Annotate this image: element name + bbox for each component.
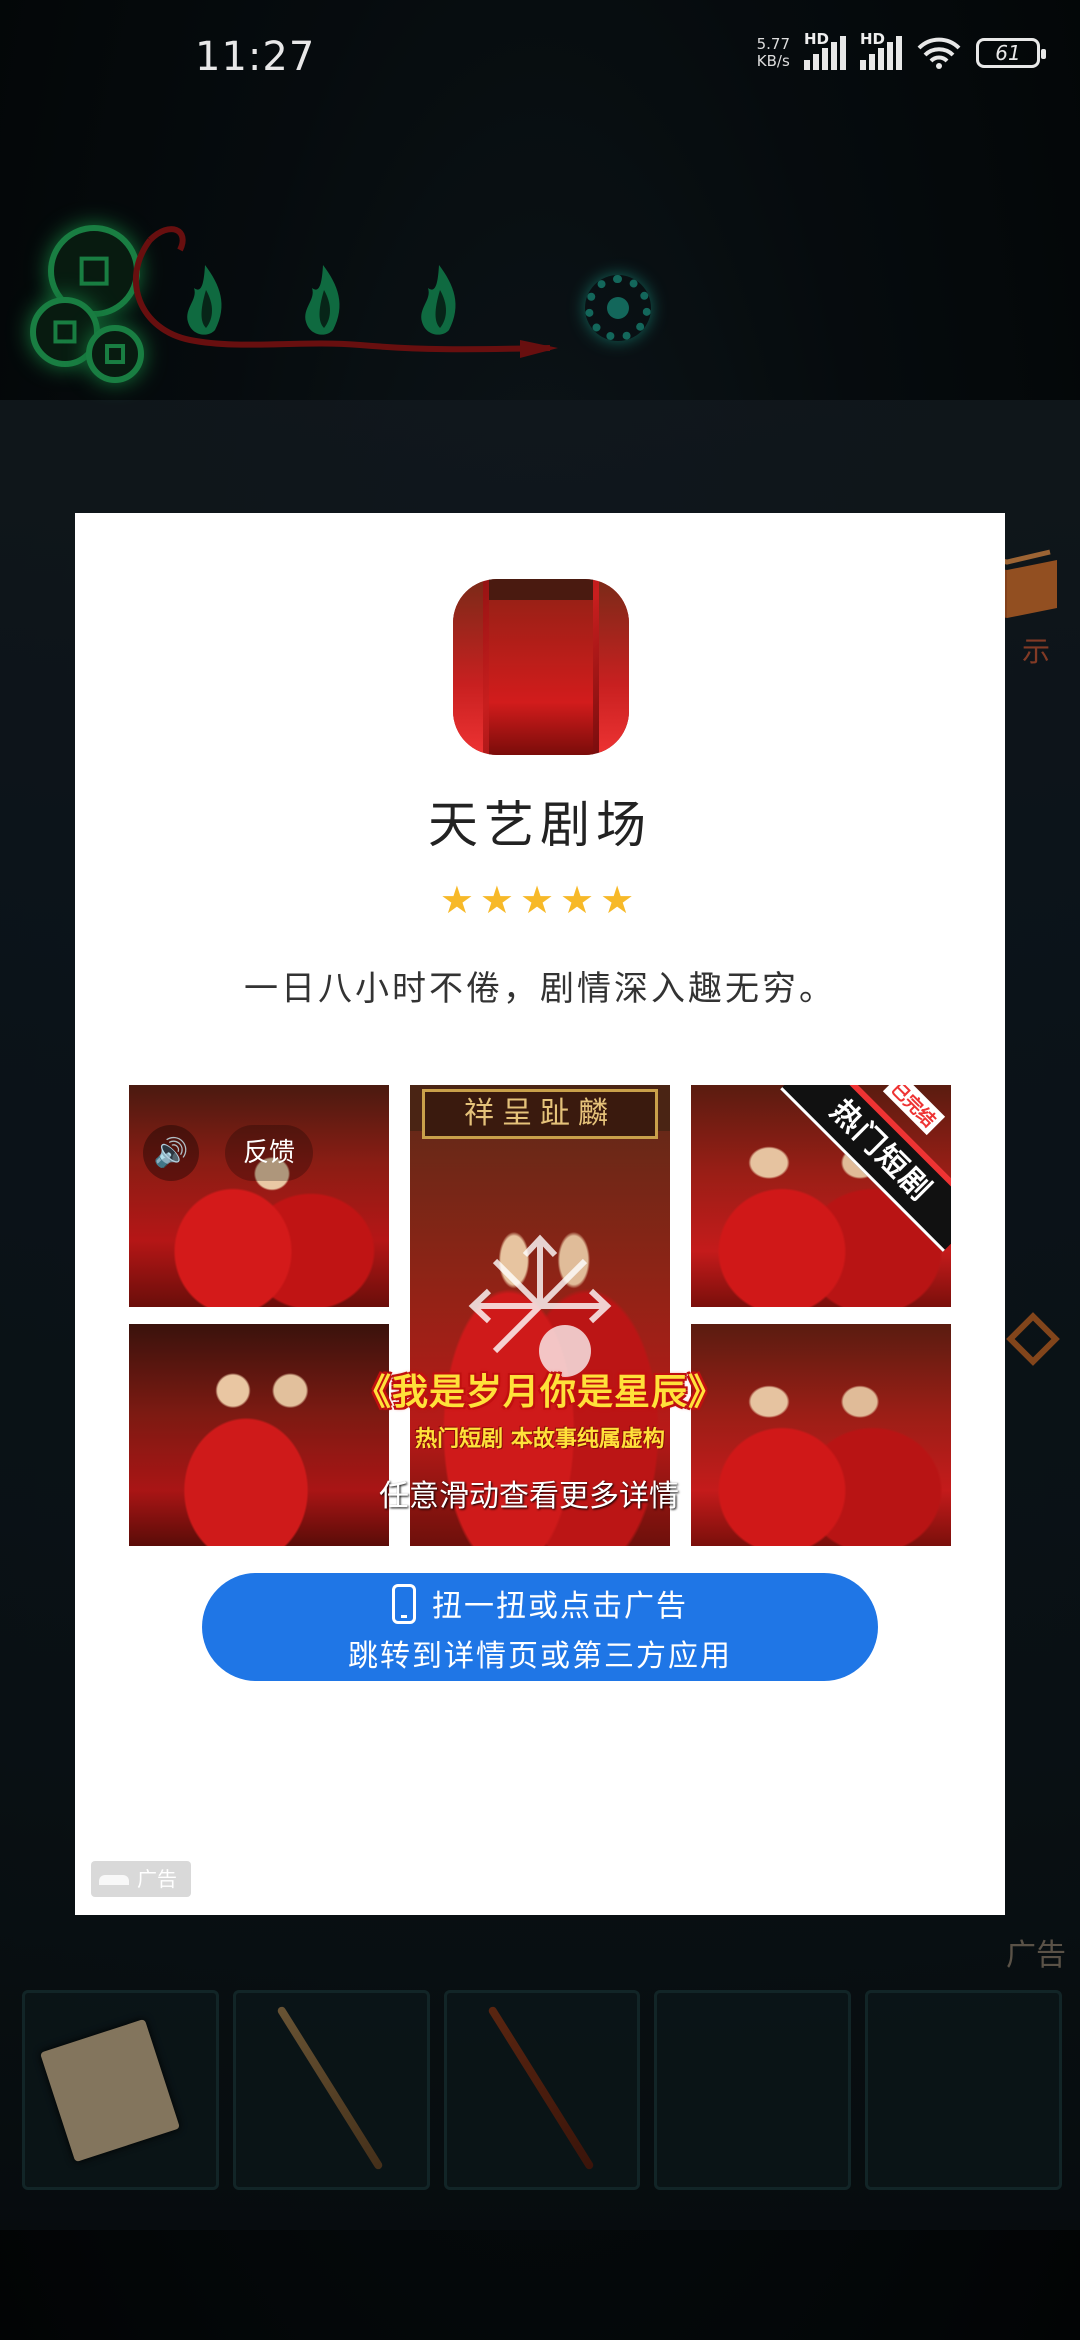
cta-line1: 扭一扭或点击广告 (432, 1589, 688, 1624)
signal-icon: HD (860, 30, 902, 70)
sound-icon[interactable]: 🔊 (143, 1125, 199, 1181)
drama-subtitle: 热门短剧 本故事纯属虚构 (415, 1427, 665, 1452)
status-time: 11:27 (195, 34, 316, 80)
ad-badge: 广告 (91, 1861, 191, 1897)
app-icon[interactable] (453, 579, 629, 755)
ad-photo[interactable]: 🔊 反馈 (129, 1085, 389, 1307)
signal-icon: HD (804, 30, 846, 70)
feedback-button[interactable]: 反馈 (225, 1125, 314, 1181)
rating-stars: ★★★★★ (439, 878, 641, 922)
status-icons: 5.77 KB/s HD HD 61 (756, 30, 1046, 70)
wifi-icon (917, 37, 961, 69)
network-speed: 5.77 KB/s (756, 35, 790, 70)
cta-line2: 跳转到详情页或第三方应用 (348, 1639, 732, 1674)
ad-dialog[interactable]: 天艺剧场 ★★★★★ 一日八小时不倦，剧情深入趣无穷。 🔊 反馈 祥呈趾麟 热门… (75, 513, 1005, 1915)
phone-shake-icon (392, 1584, 416, 1624)
swipe-hint: 任意滑动查看更多详情 (379, 1479, 679, 1514)
drama-title: 《我是岁月你是星辰》 (354, 1372, 725, 1413)
screen: 示 广告 11:27 5.77 KB/s HD HD 61 天艺剧场 ★★★★★… (0, 0, 1080, 2340)
ad-cta-button[interactable]: 扭一扭或点击广告 跳转到详情页或第三方应用 (202, 1573, 878, 1681)
status-bar: 11:27 5.77 KB/s HD HD 61 (0, 0, 1080, 110)
ad-media-grid[interactable]: 🔊 反馈 祥呈趾麟 热门短剧 已完结 《我是岁月你是星辰》 热门短剧 本故事纯属… (129, 1085, 951, 1546)
battery-icon: 61 (976, 38, 1046, 68)
plaque-text: 祥呈趾麟 (422, 1089, 658, 1139)
app-description: 一日八小时不倦，剧情深入趣无穷。 (244, 969, 836, 1009)
ad-photo[interactable]: 热门短剧 已完结 (691, 1085, 951, 1307)
app-name[interactable]: 天艺剧场 (75, 785, 1005, 857)
